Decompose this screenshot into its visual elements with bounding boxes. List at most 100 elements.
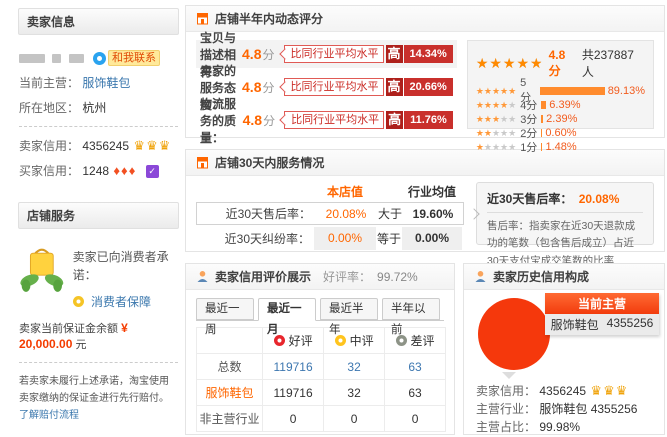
credit-row-non-main: 非主营行业 0 0 0 (197, 406, 446, 432)
credit-row-main-category: 服饰鞋包 119716 32 63 (197, 380, 446, 406)
service-row-dispute: 近30天纠纷率： 0.00% 等于 0.00% (196, 227, 464, 250)
history-seller-credit: 卖家信用： 4356245 ♛♛♛ (476, 382, 652, 400)
rating-rows: 宝贝与描述相符： 4.8 分 比同行业平均水平 高 14.34% 卖家的服务态度… (196, 40, 457, 129)
dynamic-rating-panel: 店铺半年内动态评分 宝贝与描述相符： 4.8 分 比同行业平均水平 高 14.3… (185, 5, 665, 138)
credit-evaluation-panel: 卖家信用评价展示 好评率： 99.72% 最近一周 最近一月 最近半年 半年以前… (185, 263, 455, 435)
panel-title: 店铺半年内动态评分 (215, 10, 323, 27)
consumer-guarantee-icon (19, 242, 65, 296)
rating-summary: ★★★★★★★★★★ 4.8分 共237887人 (476, 46, 645, 80)
pie-callout: 当前主营 服饰鞋包 4355256 (545, 293, 659, 335)
tab-before-half-year[interactable]: 半年以前 (382, 298, 440, 320)
censored-name-block (69, 54, 84, 63)
history-stats: 卖家信用： 4356245 ♛♛♛ 主营行业： 服饰鞋包 4355256 主营占… (476, 382, 652, 436)
distribution-bar (541, 115, 543, 123)
credit-table-header: 好评 中评 差评 (197, 328, 446, 354)
page: 卖家信息 和我联系 当前主营： 服饰鞋包 所在地区： 杭 (0, 0, 667, 437)
compensation-note: 若卖家未履行上述承诺，淘宝使用卖家缴纳的保证金进行先行赔付。 了解赔付流程 (19, 373, 178, 424)
seller-name-row: 和我联系 (19, 50, 178, 66)
seller-info-section: 卖家信息 和我联系 当前主营： 服饰鞋包 所在地区： 杭 (18, 8, 179, 189)
region-row: 所在地区： 杭州 (19, 99, 178, 116)
callout-credit-value: 4355256 (607, 316, 654, 333)
industry-compare-bubble: 比同行业平均水平 高 14.34% (284, 45, 453, 63)
industry-compare-bubble: 比同行业平均水平 高 20.66% (284, 78, 453, 96)
aftersale-detail-box: 近30天售后率： 20.08% 售后率：指卖家在近30天退款成功的笔数（包含售后… (476, 182, 654, 245)
crown-icon: ♛ (603, 383, 615, 398)
crown-icon: ♛ (159, 138, 171, 153)
diamond-icon: ♦ (129, 163, 136, 178)
positive-rate-value: 99.72% (377, 270, 418, 284)
rating-distribution-row: ★★★★★ 2分 0.60% (476, 126, 645, 140)
star-rating: ★★★★★ (476, 128, 516, 138)
good-review-icon (274, 335, 285, 346)
censored-name-block (19, 54, 45, 63)
star-rating: ★★★★★ (476, 114, 516, 124)
rating-distribution-row: ★★★★★ 3分 2.39% (476, 112, 645, 126)
tab-last-half-year[interactable]: 最近半年 (320, 298, 378, 320)
main-category-row: 当前主营： 服饰鞋包 (19, 74, 178, 91)
diamond-icon: ♦ (113, 163, 120, 178)
divider (19, 362, 178, 363)
callout-title: 当前主营 (545, 293, 659, 314)
rating-distribution-row: ★★★★★ 5分 89.13% (476, 84, 645, 98)
tab-last-month[interactable]: 最近一月 (258, 298, 316, 321)
shop-service-title: 店铺服务 (18, 202, 179, 229)
crown-icon: ♛ (133, 138, 145, 153)
panel-title: 卖家历史信用构成 (493, 268, 589, 285)
pie-pointer (502, 372, 516, 379)
callout-category: 服饰鞋包 (551, 316, 599, 333)
credit-row-total: 总数 119716 32 63 (197, 354, 446, 380)
deposit-row: 卖家当前保证金余额 ¥ 20,000.00 元 (19, 320, 178, 352)
industry-compare-bubble: 比同行业平均水平 高 11.76% (284, 111, 453, 129)
credit-history-panel: 卖家历史信用构成 当前主营 服饰鞋包 4355256 (463, 263, 665, 435)
diamond-icon: ♦ (121, 163, 128, 178)
consumer-guarantee-link[interactable]: 消费者保障 (91, 295, 151, 309)
credit-pie-chart: 当前主营 服饰鞋包 4355256 (464, 290, 664, 378)
divider (487, 212, 643, 213)
credit-table: 好评 中评 差评 总数 119716 32 63 服饰鞋包 119716 32 (196, 327, 446, 432)
seller-info-title: 卖家信息 (18, 8, 179, 35)
compensation-process-link[interactable]: 了解赔付流程 (19, 410, 79, 421)
censored-name-block (52, 54, 61, 63)
distribution-bar (541, 143, 542, 151)
service-table-header: 本店值 行业均值 (196, 182, 464, 200)
tab-last-week[interactable]: 最近一周 (196, 298, 254, 320)
rating-distribution-row: ★★★★★ 1分 1.48% (476, 140, 645, 154)
sidebar: 卖家信息 和我联系 当前主营： 服饰鞋包 所在地区： 杭 (18, 8, 179, 437)
shop-icon (196, 156, 209, 169)
rating-row: 物流服务的质量： 4.8 分 比同行业平均水平 高 11.76% (196, 106, 457, 134)
panel-title: 店铺30天内服务情况 (215, 154, 324, 171)
buyer-credit-row: 买家信用： 1248 ♦♦♦ ✓ (19, 162, 178, 179)
history-main-industry: 主营行业： 服饰鞋包 4355256 (476, 400, 652, 418)
divider (19, 126, 178, 127)
distribution-bar (540, 87, 605, 95)
contact-seller-badge[interactable]: 和我联系 (93, 50, 160, 66)
star-rating: ★★★★★ (476, 86, 516, 96)
service-30d-panel: 店铺30天内服务情况 本店值 行业均值 近30天售后率： 20.08% 大于 1… (185, 149, 665, 252)
panel-title: 卖家信用评价展示 (215, 268, 311, 285)
distribution-bar (541, 129, 542, 137)
rating-distribution-row: ★★★★★ 4分 6.39% (476, 98, 645, 112)
distribution-bar (541, 101, 546, 109)
neutral-review-icon (335, 335, 346, 346)
bad-review-icon (396, 335, 407, 346)
shop-service-section: 店铺服务 卖家已向消费者承诺： 消费者 (18, 202, 179, 426)
service-table: 本店值 行业均值 近30天售后率： 20.08% 大于 19.60% 近30天纠… (196, 182, 464, 245)
person-icon (474, 270, 487, 283)
time-range-tabs: 最近一周 最近一月 最近半年 半年以前 (196, 298, 444, 321)
crown-icon: ♛ (616, 383, 628, 398)
history-main-ratio: 主营占比： 99.98% (476, 418, 652, 436)
service-row-aftersale: 近30天售后率： 20.08% 大于 19.60% (196, 202, 464, 225)
main-content: 店铺半年内动态评分 宝贝与描述相符： 4.8 分 比同行业平均水平 高 14.3… (185, 5, 665, 435)
crown-icon: ♛ (590, 383, 602, 398)
crown-icon: ♛ (146, 138, 158, 153)
seller-credit-row: 卖家信用： 4356245 ♛♛♛ (19, 137, 178, 154)
guarantee-flower-icon (73, 296, 84, 307)
star-rating: ★★★★★ (476, 100, 516, 110)
vip-badge-icon: ✓ (146, 165, 159, 178)
pie-slice-main-category (478, 298, 550, 370)
promise-text: 卖家已向消费者承诺： (73, 242, 178, 284)
overall-star-rating: ★★★★★★★★★★ (476, 56, 544, 71)
person-icon (196, 270, 209, 283)
shop-icon (196, 12, 209, 25)
main-category-link[interactable]: 服饰鞋包 (82, 76, 130, 90)
